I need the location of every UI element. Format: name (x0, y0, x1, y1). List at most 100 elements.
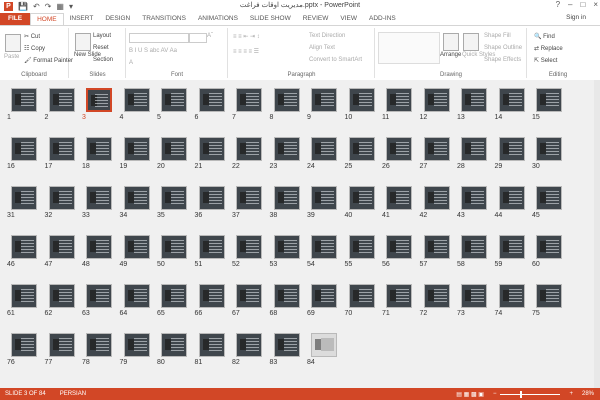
slide-thumbnail[interactable]: 61 (7, 284, 41, 330)
zoom-in-button[interactable]: + (564, 391, 573, 397)
slide-thumbnail[interactable]: 53 (270, 235, 304, 281)
slide-thumbnail[interactable]: 34 (120, 186, 154, 232)
font-color-button[interactable]: A (129, 60, 133, 66)
slide-thumbnail[interactable]: 17 (45, 137, 79, 183)
slide-thumbnail[interactable]: 67 (232, 284, 266, 330)
arrange-button[interactable]: Arrange (440, 52, 461, 58)
slide-thumbnail[interactable]: 41 (382, 186, 416, 232)
tab-design[interactable]: DESIGN (99, 13, 136, 25)
shape-effects-button[interactable]: Shape Effects (484, 57, 521, 63)
tab-file[interactable]: FILE (0, 13, 31, 25)
tab-home[interactable]: HOME (30, 13, 64, 25)
vertical-scrollbar[interactable] (594, 80, 600, 388)
slide-thumbnail[interactable]: 18 (82, 137, 116, 183)
slide-thumbnail[interactable]: 5 (157, 88, 191, 134)
minimize-button[interactable]: – (568, 0, 572, 9)
slide-thumbnail[interactable]: 56 (382, 235, 416, 281)
tab-view[interactable]: VIEW (334, 13, 363, 25)
grow-font-icon[interactable]: Aˆ (207, 33, 213, 39)
slide-thumbnail[interactable]: 72 (420, 284, 454, 330)
slide-thumbnail[interactable]: 31 (7, 186, 41, 232)
slide-thumbnail[interactable]: 24 (307, 137, 341, 183)
section-button[interactable]: Section (93, 57, 113, 63)
view-buttons[interactable]: ▤ ▦ ▩ ▣ (451, 391, 484, 398)
slide-thumbnail[interactable]: 82 (232, 333, 266, 379)
slide-thumbnail[interactable]: 38 (270, 186, 304, 232)
slide-thumbnail[interactable]: 51 (195, 235, 229, 281)
list-buttons[interactable]: ≡ ≡ ⇤ ⇥ ↕ (233, 33, 260, 40)
slide-thumbnail[interactable]: 8 (270, 88, 304, 134)
slide-thumbnail[interactable]: 71 (382, 284, 416, 330)
alignment-buttons[interactable]: ≡ ≡ ≡ ≡ ☰ (233, 48, 259, 55)
slide-thumbnail[interactable]: 32 (45, 186, 79, 232)
format-painter-button[interactable]: 🖌 Format Painter (24, 57, 73, 64)
slide-thumbnail[interactable]: 22 (232, 137, 266, 183)
font-format-buttons[interactable]: B I U S abc AV Aa (129, 48, 177, 54)
text-direction-button[interactable]: Text Direction (309, 33, 345, 39)
slide-thumbnail[interactable]: 64 (120, 284, 154, 330)
slide-thumbnail[interactable]: 3 (82, 88, 116, 134)
slide-thumbnail[interactable]: 83 (270, 333, 304, 379)
select-button[interactable]: ⇱ Select (534, 57, 557, 64)
quick-styles-icon[interactable] (463, 33, 479, 51)
slide-thumbnail[interactable]: 46 (7, 235, 41, 281)
tab-slide-show[interactable]: SLIDE SHOW (244, 13, 297, 25)
maximize-button[interactable]: □ (580, 0, 585, 9)
slide-thumbnail[interactable]: 69 (307, 284, 341, 330)
zoom-out-button[interactable]: − (488, 391, 497, 397)
slide-thumbnail[interactable]: 15 (532, 88, 566, 134)
sign-in-link[interactable]: Sign in (566, 14, 586, 21)
slide-thumbnail[interactable]: 27 (420, 137, 454, 183)
copy-button[interactable]: ☷ Copy (24, 45, 45, 52)
slide-thumbnail[interactable]: 6 (195, 88, 229, 134)
slide-thumbnail[interactable]: 4 (120, 88, 154, 134)
help-button[interactable]: ? (556, 0, 560, 9)
slide-thumbnail[interactable]: 40 (345, 186, 379, 232)
slide-thumbnail[interactable]: 30 (532, 137, 566, 183)
slide-thumbnail[interactable]: 68 (270, 284, 304, 330)
arrange-icon[interactable] (443, 33, 459, 51)
slide-thumbnail[interactable]: 39 (307, 186, 341, 232)
tab-review[interactable]: REVIEW (297, 13, 335, 25)
paste-icon[interactable] (5, 34, 21, 52)
slide-thumbnail[interactable]: 54 (307, 235, 341, 281)
reset-button[interactable]: Reset (93, 45, 109, 51)
tab-insert[interactable]: INSERT (64, 13, 100, 25)
slide-thumbnail[interactable]: 62 (45, 284, 79, 330)
slide-thumbnail[interactable]: 79 (120, 333, 154, 379)
new-slide-icon[interactable] (75, 33, 91, 51)
slide-thumbnail[interactable]: 55 (345, 235, 379, 281)
replace-button[interactable]: ⇄ Replace (534, 45, 563, 52)
slide-thumbnail[interactable]: 81 (195, 333, 229, 379)
slide-thumbnail[interactable]: 75 (532, 284, 566, 330)
slide-thumbnail[interactable]: 21 (195, 137, 229, 183)
slide-thumbnail[interactable]: 10 (345, 88, 379, 134)
slide-thumbnail[interactable]: 11 (382, 88, 416, 134)
slide-thumbnail[interactable]: 36 (195, 186, 229, 232)
slide-thumbnail[interactable]: 28 (457, 137, 491, 183)
tab-animations[interactable]: ANIMATIONS (192, 13, 244, 25)
slide-thumbnail[interactable]: 9 (307, 88, 341, 134)
slide-thumbnail[interactable]: 76 (7, 333, 41, 379)
slide-thumbnail[interactable]: 57 (420, 235, 454, 281)
slide-thumbnail[interactable]: 80 (157, 333, 191, 379)
slide-thumbnail[interactable]: 78 (82, 333, 116, 379)
zoom-slider[interactable] (500, 390, 561, 398)
slide-thumbnail[interactable]: 66 (195, 284, 229, 330)
shape-outline-button[interactable]: Shape Outline (484, 45, 522, 51)
slide-thumbnail[interactable]: 70 (345, 284, 379, 330)
slide-thumbnail[interactable]: 48 (82, 235, 116, 281)
tab-transitions[interactable]: TRANSITIONS (136, 13, 192, 25)
convert-smartart-button[interactable]: Convert to SmartArt (309, 57, 362, 63)
slide-thumbnail[interactable]: 84 (307, 333, 341, 379)
slide-thumbnail[interactable]: 60 (532, 235, 566, 281)
paste-button[interactable]: Paste (4, 54, 19, 60)
slide-thumbnail[interactable]: 16 (7, 137, 41, 183)
tab-add-ins[interactable]: ADD-INS (363, 13, 402, 25)
slide-thumbnail[interactable]: 35 (157, 186, 191, 232)
slide-thumbnail[interactable]: 42 (420, 186, 454, 232)
layout-button[interactable]: Layout (93, 33, 111, 39)
slide-thumbnail[interactable]: 26 (382, 137, 416, 183)
slide-thumbnail[interactable]: 47 (45, 235, 79, 281)
slide-thumbnail[interactable]: 44 (495, 186, 529, 232)
